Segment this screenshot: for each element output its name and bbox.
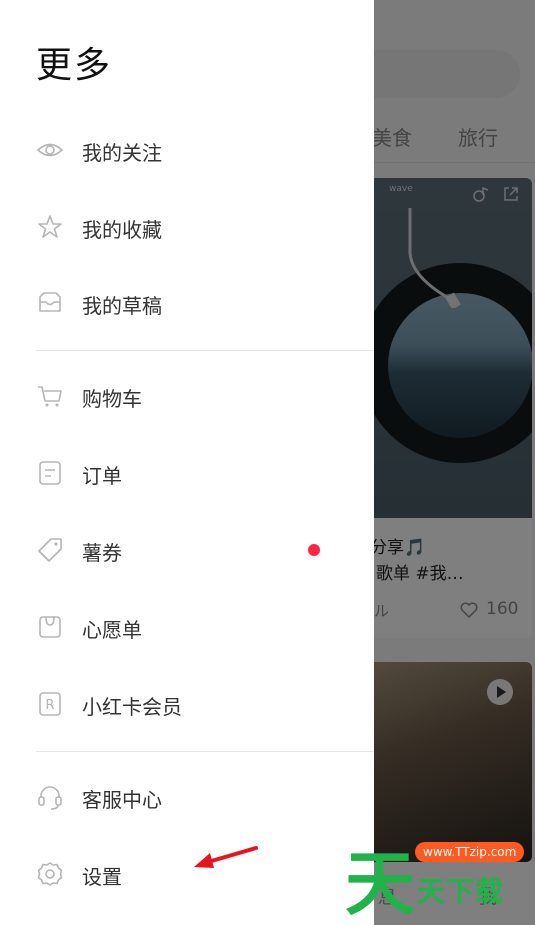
- menu-divider: [36, 350, 374, 351]
- watermark-url: www.TTzip.com: [415, 842, 525, 862]
- menu-item-label: 购物车: [82, 387, 142, 411]
- menu-item-label: 薯券: [82, 541, 122, 565]
- notification-dot: [308, 544, 320, 556]
- watermark-logo-glyph: 天: [345, 843, 415, 925]
- menu-item-label: 我的草稿: [82, 294, 162, 318]
- menu-item-coupons[interactable]: 薯券: [0, 520, 374, 580]
- menu-item-wishlist[interactable]: 心愿单: [0, 597, 374, 657]
- drawer-title: 更多: [36, 45, 113, 86]
- coupon-tag-icon: [38, 538, 62, 562]
- inbox-icon: [39, 292, 61, 312]
- watermark: 天 www.TTzip.com 天下载: [345, 832, 535, 925]
- menu-item-orders[interactable]: 订单: [0, 443, 374, 503]
- annotation-arrow-icon: [194, 846, 258, 868]
- gear-icon: [37, 862, 63, 886]
- menu-item-support[interactable]: 客服中心: [0, 767, 374, 827]
- menu-item-drafts[interactable]: 我的草稿: [0, 273, 374, 333]
- cart-icon: [38, 386, 62, 407]
- eye-icon: [36, 143, 64, 157]
- menu-item-label: 客服中心: [82, 788, 162, 812]
- side-drawer: 更多 我的关注 我的收藏 我的草稿 购物车 订单 薯券 心愿单 R 小红卡会员 …: [0, 0, 374, 925]
- star-icon: [38, 215, 62, 238]
- menu-item-membership[interactable]: R 小红卡会员: [0, 674, 374, 734]
- menu-item-settings[interactable]: 设置: [0, 844, 374, 904]
- menu-item-favorites[interactable]: 我的收藏: [0, 197, 374, 257]
- menu-item-label: 我的关注: [82, 141, 162, 165]
- menu-item-label: 小红卡会员: [82, 695, 182, 719]
- svg-text:R: R: [45, 698, 54, 713]
- order-icon: [39, 461, 61, 485]
- menu-divider: [36, 751, 374, 752]
- menu-item-label: 订单: [82, 464, 122, 488]
- menu-item-following[interactable]: 我的关注: [0, 120, 374, 180]
- menu-item-label: 心愿单: [82, 618, 142, 642]
- r-card-icon: R: [39, 692, 61, 716]
- watermark-text: 天下载: [417, 875, 505, 908]
- menu-item-cart[interactable]: 购物车: [0, 366, 374, 426]
- headset-icon: [38, 786, 62, 810]
- wishlist-bag-icon: [39, 616, 61, 638]
- menu-item-label: 我的收藏: [82, 218, 162, 242]
- menu-item-label: 设置: [82, 865, 122, 889]
